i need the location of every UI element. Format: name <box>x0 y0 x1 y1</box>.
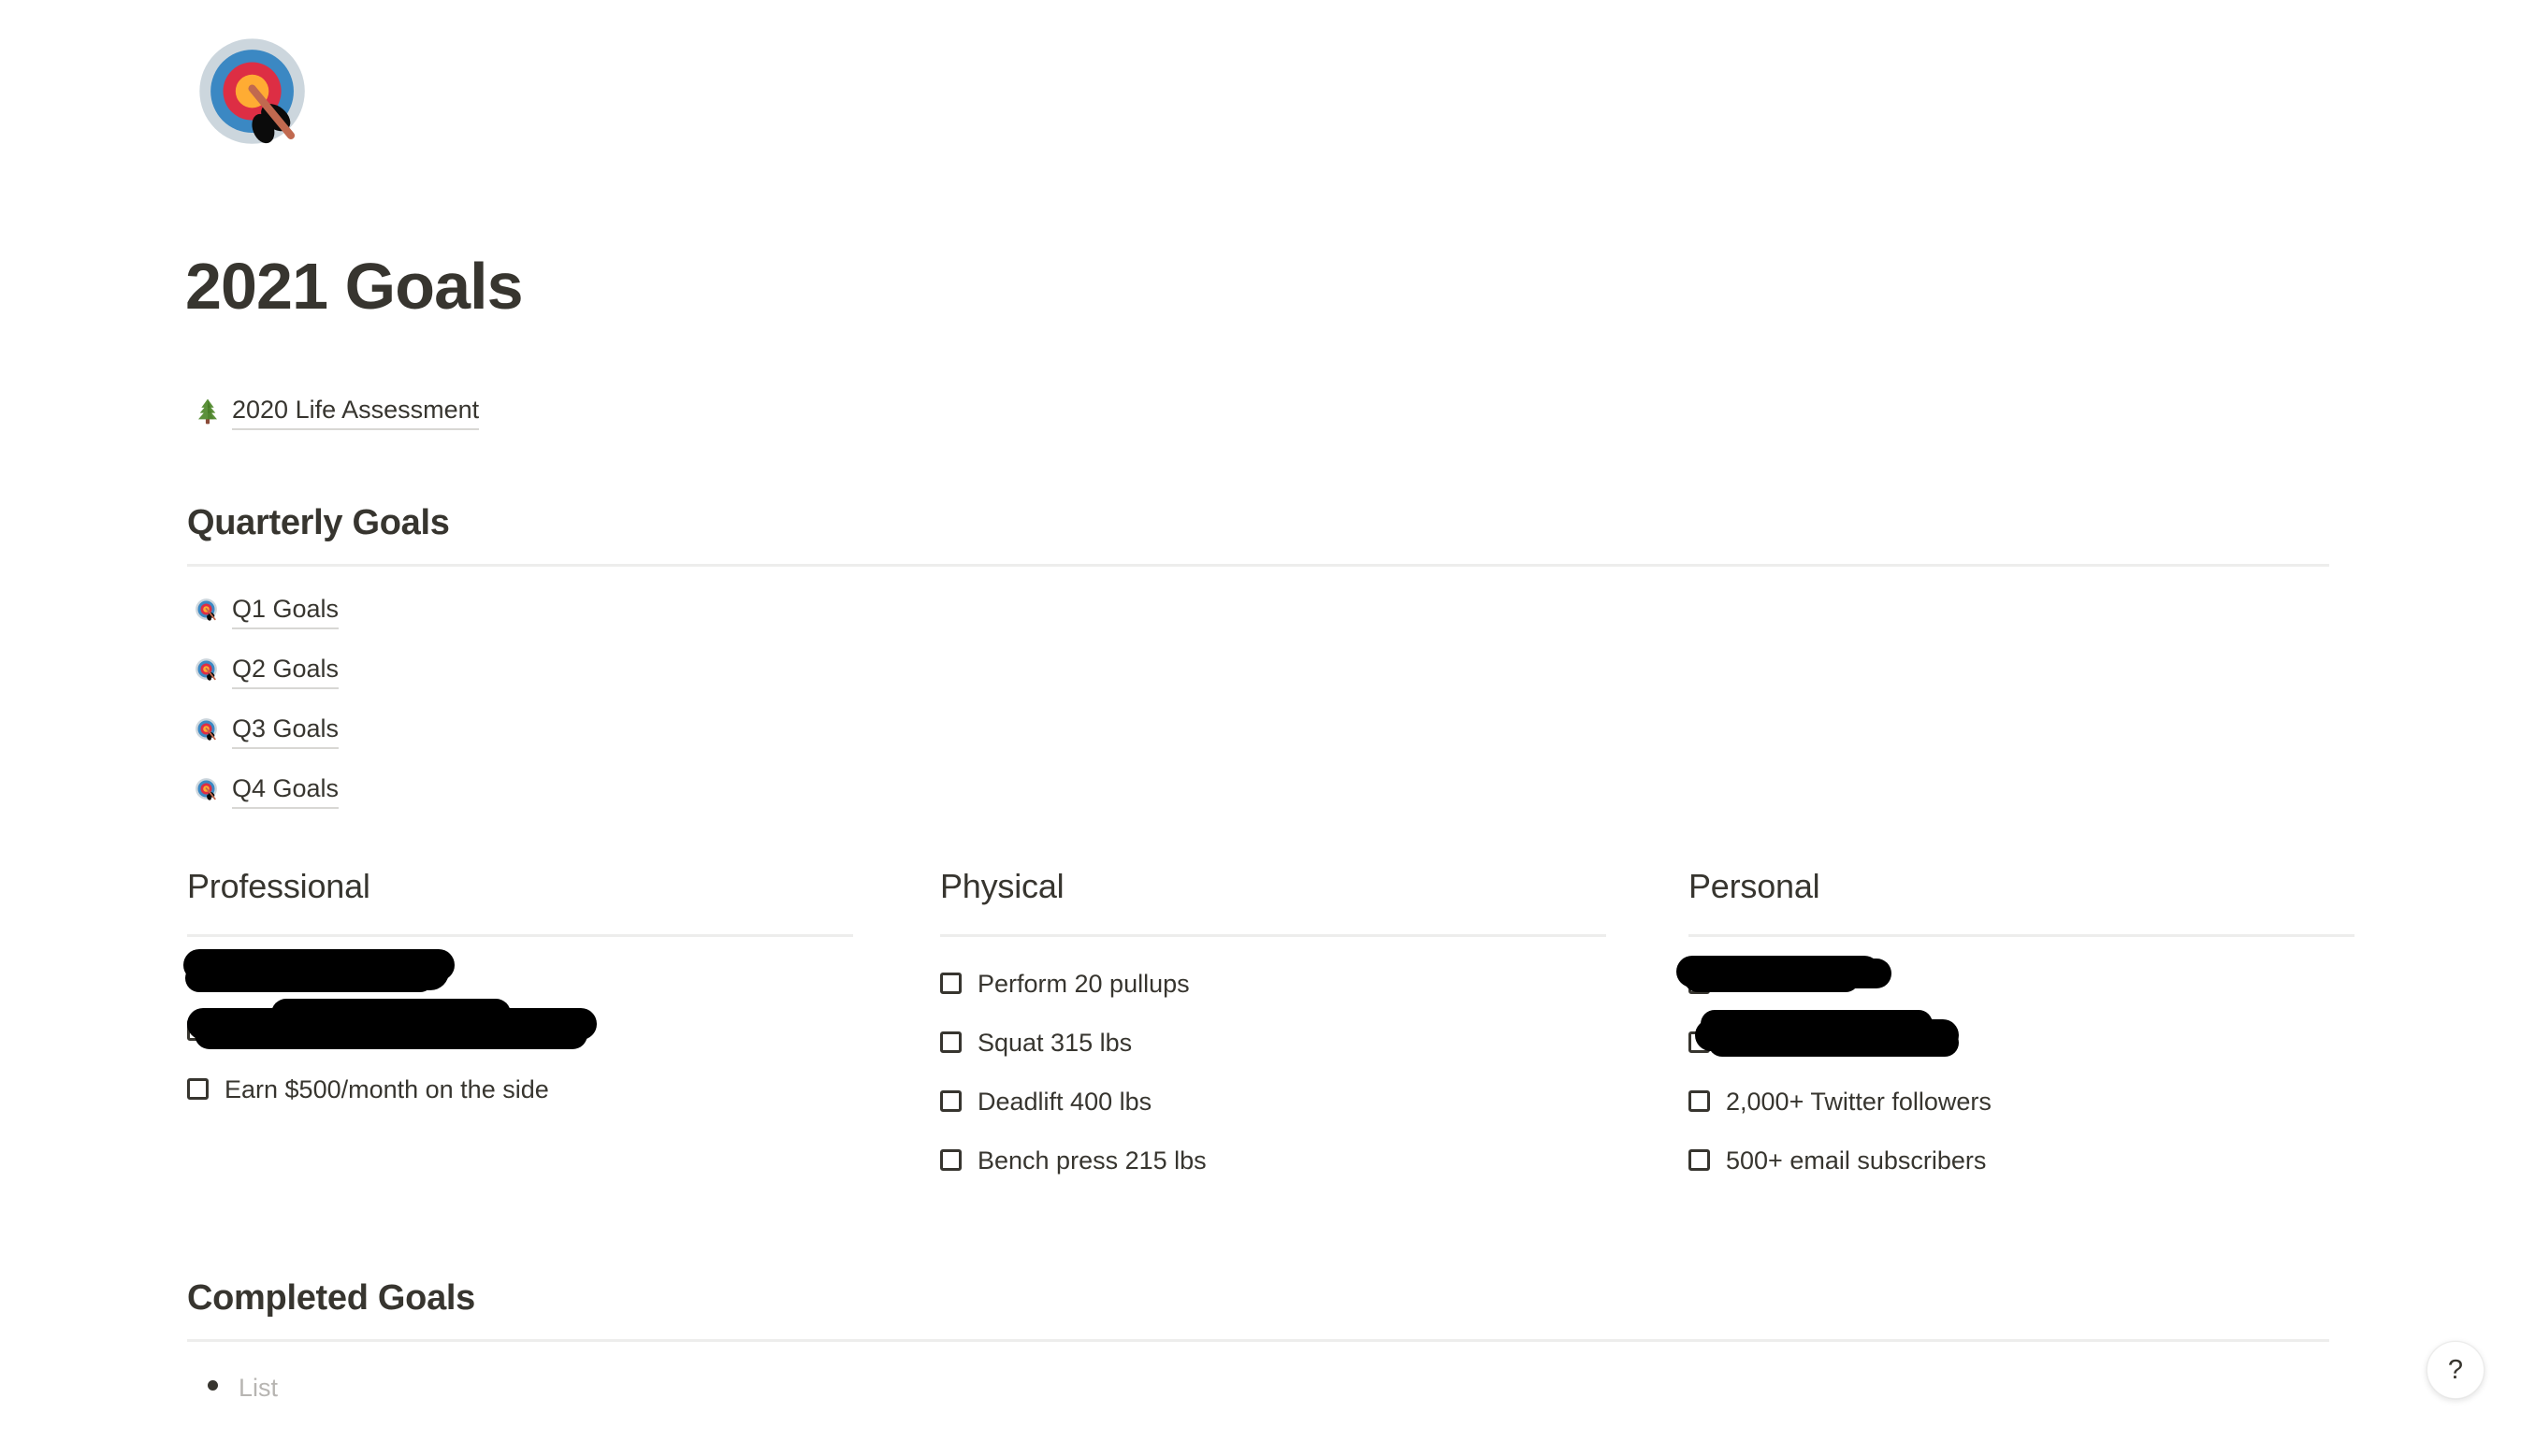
bullet-icon <box>208 1380 218 1391</box>
todo-label: Deadlift 400 lbs <box>978 1088 1152 1116</box>
todo-label: 2,000+ Twitter followers <box>1726 1088 1992 1116</box>
todo-item-professional-1[interactable] <box>187 954 225 982</box>
page-link-q3-goals[interactable]: Q3 Goals <box>194 713 340 749</box>
checkbox[interactable] <box>1688 1090 1710 1112</box>
todo-item-personal-1[interactable] <box>1688 966 1726 994</box>
todo-label: Bench press 215 lbs <box>978 1146 1207 1175</box>
dartboard-icon <box>194 597 222 625</box>
checkbox[interactable] <box>187 1078 209 1100</box>
redaction-mark-personal-2 <box>1695 1019 1959 1051</box>
redaction-mark-professional-1c <box>281 953 449 990</box>
list-placeholder[interactable]: List <box>239 1370 278 1406</box>
todo-item-personal-2[interactable] <box>1688 1025 1726 1053</box>
section-heading-completed-goals: Completed Goals <box>187 1278 475 1318</box>
todo-label: Perform 20 pullups <box>978 970 1190 998</box>
checkbox[interactable] <box>1688 1031 1710 1053</box>
todo-label: Squat 315 lbs <box>978 1029 1133 1057</box>
column-divider-professional <box>187 934 853 937</box>
section-divider-completed <box>187 1339 2329 1342</box>
todo-item-professional-2[interactable] <box>187 1013 225 1041</box>
page-link-label[interactable]: Q3 Goals <box>232 713 340 749</box>
page-link-q2-goals[interactable]: Q2 Goals <box>194 653 340 689</box>
page-link-label[interactable]: Q1 Goals <box>232 593 340 629</box>
todo-item-physical-1[interactable]: Perform 20 pullups <box>940 966 1190 1002</box>
checkbox[interactable] <box>940 1149 962 1171</box>
page-link-label[interactable]: Q2 Goals <box>232 653 340 689</box>
column-heading-personal: Personal <box>1688 867 1820 905</box>
completed-goals-list[interactable]: List <box>208 1370 278 1406</box>
evergreen-tree-icon <box>194 397 222 425</box>
redaction-mark-professional-2c <box>195 1019 587 1049</box>
checkbox[interactable] <box>1688 973 1710 994</box>
redaction-mark-professional-2 <box>187 1008 597 1040</box>
column-divider-personal <box>1688 934 2354 937</box>
section-divider-quarterly <box>187 564 2329 567</box>
page-link-label[interactable]: Q4 Goals <box>232 772 340 809</box>
todo-label: Earn $500/month on the side <box>225 1075 549 1103</box>
section-heading-quarterly-goals: Quarterly Goals <box>187 503 450 542</box>
todo-item-physical-2[interactable]: Squat 315 lbs <box>940 1025 1132 1060</box>
redaction-mark-personal-2c <box>1708 1029 1959 1057</box>
column-divider-physical <box>940 934 1606 937</box>
redaction-mark-professional-2b <box>271 999 511 1029</box>
todo-item-physical-4[interactable]: Bench press 215 lbs <box>940 1143 1207 1178</box>
dartboard-icon <box>194 656 222 685</box>
checkbox[interactable] <box>1688 1149 1710 1171</box>
column-heading-professional: Professional <box>187 867 370 905</box>
column-heading-physical: Physical <box>940 867 1065 905</box>
checkbox[interactable] <box>187 960 209 982</box>
page-link-q1-goals[interactable]: Q1 Goals <box>194 593 340 629</box>
page-link-q4-goals[interactable]: Q4 Goals <box>194 772 340 809</box>
todo-label: 500+ email subscribers <box>1726 1146 1987 1175</box>
todo-item-physical-3[interactable]: Deadlift 400 lbs <box>940 1084 1152 1119</box>
redaction-mark-personal-1c <box>1815 959 1891 988</box>
dartboard-icon <box>194 716 222 744</box>
notion-page: 2021 Goals 2020 Life Assessment Quarterl… <box>0 0 2521 1456</box>
todo-item-personal-4[interactable]: 500+ email subscribers <box>1688 1143 1986 1178</box>
todo-item-professional-3[interactable]: Earn $500/month on the side <box>187 1072 549 1107</box>
checkbox[interactable] <box>187 1019 209 1041</box>
dartboard-icon <box>194 776 222 804</box>
help-button[interactable]: ? <box>2427 1341 2485 1399</box>
page-link-2020-life-assessment[interactable]: 2020 Life Assessment <box>194 394 480 430</box>
redaction-mark-personal-2b <box>1701 1010 1933 1038</box>
page-link-label[interactable]: 2020 Life Assessment <box>232 394 480 430</box>
page-title: 2021 Goals <box>185 250 524 323</box>
checkbox[interactable] <box>940 973 962 994</box>
checkbox[interactable] <box>940 1090 962 1112</box>
todo-item-personal-3[interactable]: 2,000+ Twitter followers <box>1688 1084 1992 1119</box>
checkbox[interactable] <box>940 1031 962 1053</box>
dartboard-icon[interactable] <box>187 26 326 165</box>
